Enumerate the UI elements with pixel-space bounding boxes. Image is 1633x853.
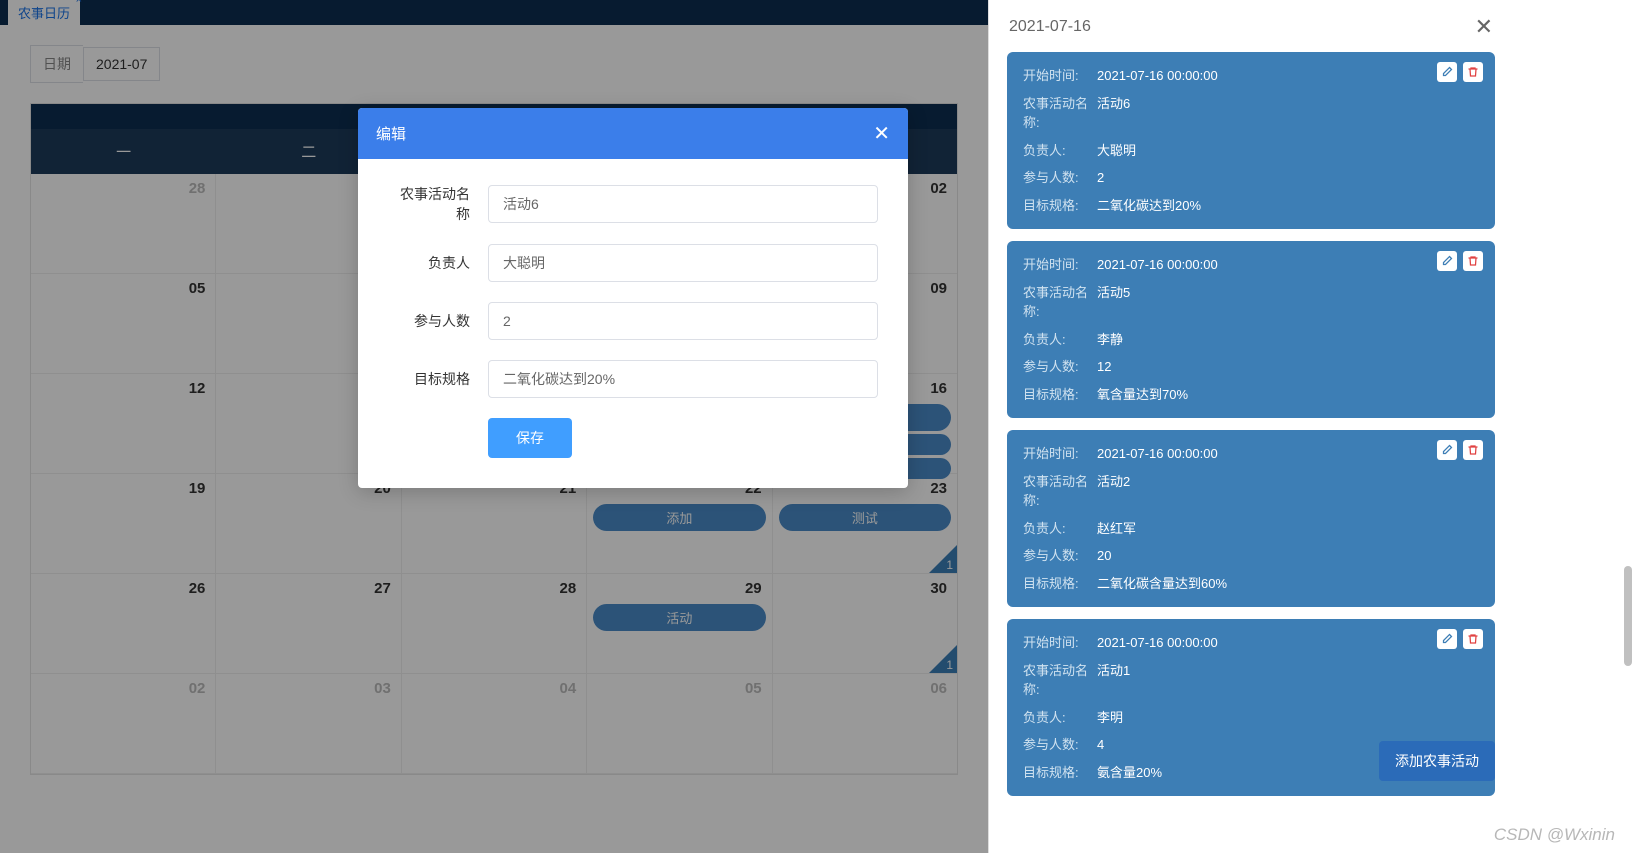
save-button[interactable]: 保存	[488, 418, 572, 458]
edit-icon[interactable]	[1437, 440, 1457, 460]
delete-icon[interactable]	[1463, 251, 1483, 271]
card-label-spec: 目标规格:	[1023, 385, 1097, 405]
edit-icon[interactable]	[1437, 629, 1457, 649]
edit-icon[interactable]	[1437, 251, 1457, 271]
form-row-name: 农事活动名称	[388, 184, 878, 224]
count-input[interactable]	[488, 302, 878, 340]
detail-side-panel: 2021-07-16 ✕ 开始时间:2021-07-16 00:00:00农事活…	[988, 0, 1513, 853]
card-value-owner: 赵红军	[1097, 519, 1136, 539]
card-value-start: 2021-07-16 00:00:00	[1097, 633, 1218, 653]
card-value-spec: 二氧化碳达到20%	[1097, 196, 1201, 216]
modal-header: 编辑 ✕	[358, 108, 908, 159]
card-value-count: 2	[1097, 168, 1104, 188]
card-value-spec: 氨含量20%	[1097, 763, 1162, 783]
card-label-count: 参与人数:	[1023, 168, 1097, 188]
card-value-count: 12	[1097, 357, 1111, 377]
card-value-name: 活动5	[1097, 283, 1130, 322]
card-value-name: 活动6	[1097, 94, 1130, 133]
activity-name-input[interactable]	[488, 185, 878, 223]
card-label-spec: 目标规格:	[1023, 196, 1097, 216]
close-icon[interactable]: ✕	[1475, 14, 1493, 40]
panel-header: 2021-07-16 ✕	[1007, 10, 1495, 52]
vertical-scrollbar[interactable]	[1622, 6, 1632, 846]
delete-icon[interactable]	[1463, 629, 1483, 649]
card-value-owner: 大聪明	[1097, 141, 1136, 161]
card-label-owner: 负责人:	[1023, 330, 1097, 350]
activity-card: 开始时间:2021-07-16 00:00:00农事活动名称:活动6负责人:大聪…	[1007, 52, 1495, 229]
modal-title: 编辑	[376, 123, 406, 144]
card-value-spec: 二氧化碳含量达到60%	[1097, 574, 1227, 594]
card-value-owner: 李静	[1097, 330, 1123, 350]
activity-card: 开始时间:2021-07-16 00:00:00农事活动名称:活动2负责人:赵红…	[1007, 430, 1495, 607]
scrollbar-thumb[interactable]	[1624, 566, 1632, 666]
card-label-count: 参与人数:	[1023, 735, 1097, 755]
form-label: 参与人数	[388, 311, 488, 331]
form-row-spec: 目标规格	[388, 360, 878, 398]
card-value-start: 2021-07-16 00:00:00	[1097, 66, 1218, 86]
card-label-count: 参与人数:	[1023, 546, 1097, 566]
form-row-count: 参与人数	[388, 302, 878, 340]
card-label-name: 农事活动名称:	[1023, 472, 1097, 511]
card-value-count: 20	[1097, 546, 1111, 566]
close-icon[interactable]: ✕	[873, 121, 890, 146]
activity-card: 开始时间:2021-07-16 00:00:00农事活动名称:活动5负责人:李静…	[1007, 241, 1495, 418]
card-value-owner: 李明	[1097, 708, 1123, 728]
form-label: 农事活动名称	[388, 184, 488, 224]
edit-modal: 编辑 ✕ 农事活动名称 负责人 参与人数 目标规格 保存	[358, 108, 908, 488]
card-label-owner: 负责人:	[1023, 141, 1097, 161]
card-label-owner: 负责人:	[1023, 708, 1097, 728]
card-label-owner: 负责人:	[1023, 519, 1097, 539]
card-label-spec: 目标规格:	[1023, 763, 1097, 783]
card-label-spec: 目标规格:	[1023, 574, 1097, 594]
form-label: 负责人	[388, 253, 488, 273]
card-value-name: 活动2	[1097, 472, 1130, 511]
edit-icon[interactable]	[1437, 62, 1457, 82]
card-value-count: 4	[1097, 735, 1104, 755]
watermark-text: CSDN @Wxinin	[1494, 825, 1615, 845]
form-label: 目标规格	[388, 369, 488, 389]
card-label-start: 开始时间:	[1023, 66, 1097, 86]
card-label-name: 农事活动名称:	[1023, 661, 1097, 700]
card-label-start: 开始时间:	[1023, 633, 1097, 653]
card-label-name: 农事活动名称:	[1023, 94, 1097, 133]
card-label-name: 农事活动名称:	[1023, 283, 1097, 322]
card-value-start: 2021-07-16 00:00:00	[1097, 255, 1218, 275]
panel-date-title: 2021-07-16	[1009, 18, 1091, 36]
card-label-start: 开始时间:	[1023, 444, 1097, 464]
form-row-owner: 负责人	[388, 244, 878, 282]
card-label-start: 开始时间:	[1023, 255, 1097, 275]
modal-body: 农事活动名称 负责人 参与人数 目标规格 保存	[358, 159, 908, 488]
card-label-count: 参与人数:	[1023, 357, 1097, 377]
card-value-name: 活动1	[1097, 661, 1130, 700]
card-value-start: 2021-07-16 00:00:00	[1097, 444, 1218, 464]
spec-input[interactable]	[488, 360, 878, 398]
add-activity-button[interactable]: 添加农事活动	[1379, 741, 1495, 781]
delete-icon[interactable]	[1463, 440, 1483, 460]
delete-icon[interactable]	[1463, 62, 1483, 82]
card-value-spec: 氧含量达到70%	[1097, 385, 1188, 405]
cards-list: 开始时间:2021-07-16 00:00:00农事活动名称:活动6负责人:大聪…	[1007, 52, 1495, 796]
owner-input[interactable]	[488, 244, 878, 282]
